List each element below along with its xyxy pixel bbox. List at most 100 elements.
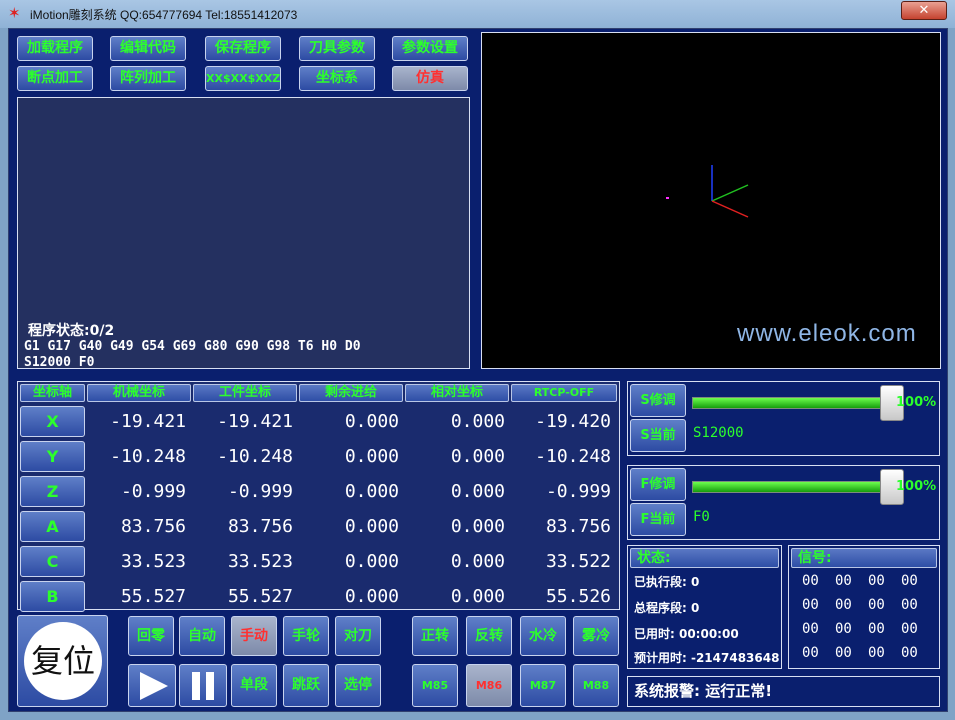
- signal-value: 00: [868, 645, 885, 661]
- signal-value: 00: [901, 621, 918, 637]
- cell: 83.756: [227, 516, 293, 537]
- breakpoint-machining-button[interactable]: 断点加工: [17, 66, 93, 91]
- signal-title: 信号:: [791, 548, 937, 568]
- elapsed-time: 已用时: 00:00:00: [634, 627, 739, 641]
- watermark: www.eleok.com: [737, 320, 917, 347]
- header-relative: 相对坐标: [405, 384, 509, 402]
- home-button[interactable]: 回零: [128, 616, 174, 656]
- spindle-reverse-button[interactable]: 反转: [466, 616, 512, 656]
- signal-value: 00: [802, 621, 819, 637]
- cell: 0.000: [450, 411, 505, 432]
- optional-stop-button[interactable]: 选停: [335, 664, 381, 707]
- mist-cool-button[interactable]: 雾冷: [573, 616, 619, 656]
- feed-current-button[interactable]: F当前: [630, 503, 686, 536]
- pause-icon: [192, 672, 200, 700]
- close-button[interactable]: ✕: [901, 1, 947, 20]
- cell: -0.999: [545, 481, 611, 502]
- m86-button[interactable]: M86: [466, 664, 512, 707]
- cell: -10.248: [217, 446, 293, 467]
- header-axis: 坐标轴: [20, 384, 85, 402]
- signal-value: 00: [868, 597, 885, 613]
- code-line-1: G1 G17 G40 G49 G54 G69 G80 G90 G98 T6 H0…: [24, 339, 361, 354]
- estimated-time: 预计用时: -2147483648: [634, 651, 779, 665]
- m85-button[interactable]: M85: [412, 664, 458, 707]
- spindle-forward-button[interactable]: 正转: [412, 616, 458, 656]
- program-status: 程序状态:0/2: [28, 323, 115, 339]
- axis-button-a[interactable]: A: [20, 511, 85, 542]
- pause-button[interactable]: [179, 664, 227, 707]
- spindle-override-button[interactable]: S修调: [630, 384, 686, 417]
- m87-button[interactable]: M87: [520, 664, 566, 707]
- signal-value: 00: [868, 573, 885, 589]
- axis-button-z[interactable]: Z: [20, 476, 85, 507]
- axis-button-x[interactable]: X: [20, 406, 85, 437]
- reset-button[interactable]: 复位: [17, 615, 108, 707]
- cell: 0.000: [450, 516, 505, 537]
- param-settings-button[interactable]: 参数设置: [392, 36, 468, 61]
- reset-label: 复位: [24, 622, 102, 700]
- code-line-2: S12000 F0: [24, 355, 95, 370]
- edit-code-button[interactable]: 编辑代码: [110, 36, 186, 61]
- tool-setting-button[interactable]: 对刀: [335, 616, 381, 656]
- pause-icon: [206, 672, 214, 700]
- save-program-button[interactable]: 保存程序: [205, 36, 281, 61]
- feed-override-panel: F修调 F当前 100% F0: [627, 465, 940, 540]
- y-axis-line: [711, 184, 749, 202]
- axis-button-y[interactable]: Y: [20, 441, 85, 472]
- handwheel-button[interactable]: 手轮: [283, 616, 329, 656]
- cell: 0.000: [450, 586, 505, 607]
- signal-value: 00: [901, 573, 918, 589]
- cell: 33.522: [545, 551, 611, 572]
- header-remaining: 剩余进给: [299, 384, 403, 402]
- system-alarm: 系统报警: 运行正常!: [627, 676, 940, 707]
- header-work: 工件坐标: [193, 384, 297, 402]
- spindle-current-button[interactable]: S当前: [630, 419, 686, 452]
- x-axis-line: [711, 200, 749, 218]
- water-cool-button[interactable]: 水冷: [520, 616, 566, 656]
- cell: 0.000: [450, 481, 505, 502]
- executed-count: 已执行段: 0: [634, 575, 700, 589]
- auto-button[interactable]: 自动: [179, 616, 225, 656]
- cell: 0.000: [344, 481, 399, 502]
- feed-slider-track[interactable]: [692, 481, 892, 493]
- signal-value: 00: [835, 621, 852, 637]
- spindle-slider-track[interactable]: [692, 397, 892, 409]
- tool-position-marker: [666, 197, 669, 199]
- cell: 55.526: [545, 586, 611, 607]
- header-machine: 机械坐标: [87, 384, 191, 402]
- coordinate-system-button[interactable]: 坐标系: [299, 66, 375, 91]
- manual-button[interactable]: 手动: [231, 616, 277, 656]
- axis-button-c[interactable]: C: [20, 546, 85, 577]
- code-panel[interactable]: 程序状态:0/2 G1 G17 G40 G49 G54 G69 G80 G90 …: [17, 97, 470, 370]
- app-logo-icon: ✶: [8, 4, 21, 22]
- cell: 0.000: [344, 446, 399, 467]
- start-button[interactable]: [128, 664, 176, 707]
- cell: -19.421: [110, 411, 186, 432]
- header-rtcp: RTCP-OFF: [511, 384, 617, 402]
- signal-value: 00: [802, 645, 819, 661]
- signal-value: 00: [835, 645, 852, 661]
- signal-value: 00: [835, 597, 852, 613]
- m88-button[interactable]: M88: [573, 664, 619, 707]
- axis-button-b[interactable]: B: [20, 581, 85, 612]
- skip-button[interactable]: 跳跃: [283, 664, 329, 707]
- xx-button[interactable]: XX$XX$XXZ: [205, 66, 281, 91]
- window-title: iMotion雕刻系统 QQ:654777694 Tel:18551412073: [30, 8, 298, 22]
- single-step-button[interactable]: 单段: [231, 664, 277, 707]
- cell: -19.421: [217, 411, 293, 432]
- title-bar: ✶ iMotion雕刻系统 QQ:654777694 Tel:185514120…: [0, 0, 955, 28]
- array-machining-button[interactable]: 阵列加工: [110, 66, 186, 91]
- load-program-button[interactable]: 加载程序: [17, 36, 93, 61]
- 3d-view[interactable]: [481, 32, 941, 369]
- feed-percent: 100%: [896, 479, 937, 494]
- signal-value: 00: [802, 573, 819, 589]
- cell: -19.420: [535, 411, 611, 432]
- simulate-button[interactable]: 仿真: [392, 66, 468, 91]
- cell: 0.000: [344, 551, 399, 572]
- tool-params-button[interactable]: 刀具参数: [299, 36, 375, 61]
- play-icon: [140, 672, 168, 700]
- cell: -0.999: [227, 481, 293, 502]
- feed-override-button[interactable]: F修调: [630, 468, 686, 501]
- signal-value: 00: [868, 621, 885, 637]
- spindle-override-panel: S修调 S当前 100% S12000: [627, 381, 940, 456]
